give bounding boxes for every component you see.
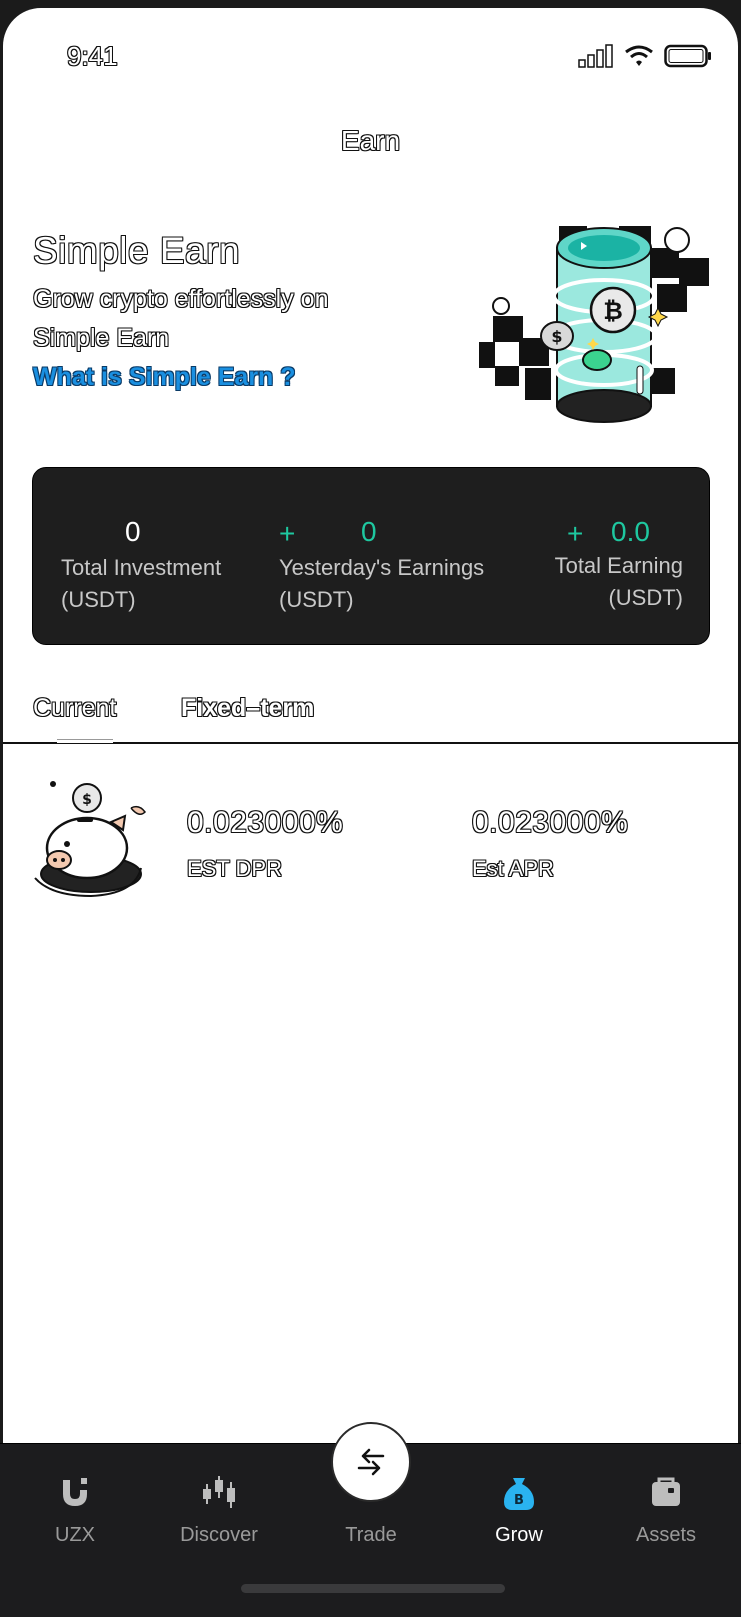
est-dpr-value: 0.023000%	[187, 806, 344, 839]
yesterday-earnings-plus: +	[279, 518, 296, 549]
total-earning-stat: + 0.0 Total Earning (USDT)	[513, 468, 709, 644]
status-time: 9:41	[67, 41, 118, 71]
yesterday-earnings-stat: + 0 Yesterday's Earnings (USDT)	[263, 468, 513, 644]
est-dpr-label: EST DPR	[187, 856, 282, 881]
home-indicator	[241, 1584, 505, 1593]
svg-text:B: B	[514, 1493, 524, 1508]
nav-label-grow: Grow	[495, 1524, 543, 1546]
total-investment-stat: 0 Total Investment (USDT)	[33, 468, 263, 644]
nav-item-discover[interactable]: Discover	[159, 1444, 279, 1574]
est-apr-value: 0.023000%	[472, 806, 629, 839]
phone-screen: 9:41 Earn Simple Earn Grow crypto effort…	[3, 8, 738, 1617]
total-earning-plus: +	[567, 518, 584, 549]
nav-item-assets[interactable]: Assets	[606, 1444, 726, 1574]
hero-title: Simple Earn	[33, 230, 241, 271]
page-title: Earn	[340, 125, 401, 156]
nav-label-assets: Assets	[635, 1524, 697, 1546]
nav-item-grow[interactable]: B Grow	[459, 1444, 579, 1574]
battery-icon	[664, 44, 711, 68]
active-tab-indicator	[57, 739, 113, 743]
svg-text:$: $	[551, 327, 562, 346]
total-investment-label: Total Investment (USDT)	[61, 555, 222, 612]
svg-text:₿: ₿	[603, 297, 623, 325]
bottom-nav: UZX Discover Trade B Grow Assets	[0, 1422, 741, 1617]
nav-item-trade[interactable]: Trade	[311, 1444, 431, 1574]
nav-item-uzx[interactable]: UZX	[15, 1444, 135, 1574]
total-investment-value: 0	[125, 516, 141, 547]
yesterday-earnings-label: Yesterday's Earnings (USDT)	[279, 555, 485, 612]
signal-icon	[578, 44, 613, 68]
earnings-summary-card: 0 Total Investment (USDT) + 0 Yesterday'…	[32, 467, 710, 645]
piggy-bank-icon: $	[34, 781, 146, 898]
nav-label-discover: Discover	[180, 1524, 258, 1546]
uzx-logo-icon	[63, 1478, 87, 1506]
bitcoin-vault-illustration: ₿ $	[479, 226, 709, 423]
wifi-icon	[625, 45, 653, 66]
svg-text:$: $	[82, 792, 92, 808]
status-icons	[578, 44, 712, 68]
total-earning-label: Total Earning (USDT)	[554, 553, 683, 610]
tab-divider	[3, 742, 738, 744]
yesterday-earnings-value: 0	[361, 516, 377, 547]
tab-current[interactable]: Current	[33, 694, 116, 723]
wallet-bag-icon	[652, 1477, 680, 1506]
candlestick-icon	[203, 1476, 235, 1508]
money-bag-icon: B	[504, 1478, 534, 1510]
hero-subtitle: Grow crypto effortlessly on Simple Earn	[33, 285, 329, 352]
list-item[interactable]: $ 0.023000% EST DPR 0.023000% Est APR	[3, 768, 738, 903]
tab-fixed-term[interactable]: Fixed–term	[181, 694, 314, 723]
nav-label-trade: Trade	[345, 1524, 397, 1546]
total-earning-value: 0.0	[611, 516, 650, 547]
est-apr-label: Est APR	[472, 856, 554, 881]
what-is-simple-earn-link[interactable]: What is Simple Earn ?	[33, 363, 296, 392]
nav-label-uzx: UZX	[55, 1524, 95, 1546]
